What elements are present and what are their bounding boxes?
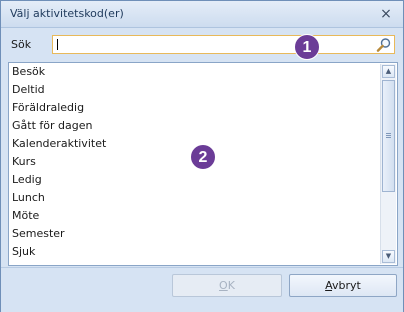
search-label: Sök	[11, 38, 32, 51]
scroll-thumb[interactable]	[382, 80, 395, 192]
grip-line	[386, 133, 391, 134]
cancel-button-mnemonic: A	[325, 279, 333, 292]
list-item[interactable]: Deltid	[9, 81, 381, 99]
list-item[interactable]: Ledig	[9, 171, 381, 189]
list-item[interactable]: Sjuk	[9, 243, 381, 261]
button-bar: OK Avbryt	[1, 267, 403, 312]
ok-button[interactable]: OK	[172, 274, 282, 297]
list-item[interactable]: Gått för dagen	[9, 117, 381, 135]
callout-badge-2: 2	[190, 144, 216, 170]
cancel-button-label: vbryt	[332, 279, 361, 292]
search-icon[interactable]	[376, 37, 392, 53]
list-item[interactable]: Besök	[9, 63, 381, 81]
list-item[interactable]: Semester	[9, 225, 381, 243]
grip-line	[386, 135, 391, 136]
text-caret	[57, 39, 58, 50]
list-item[interactable]: Föräldraledig	[9, 99, 381, 117]
cancel-button[interactable]: Avbryt	[289, 274, 397, 297]
scroll-down-icon[interactable]: ▼	[382, 250, 395, 263]
list-item[interactable]: Lunch	[9, 189, 381, 207]
dialog-window: Välj aktivitetskod(er) × Sök 1 Besök Delt…	[0, 0, 404, 312]
ok-button-mnemonic: O	[219, 279, 228, 292]
search-field[interactable]	[52, 35, 395, 54]
list-item[interactable]: Tjänsteresa	[9, 261, 381, 265]
callout-badge-1: 1	[294, 34, 320, 60]
list-item[interactable]: Möte	[9, 207, 381, 225]
ok-button-label: K	[227, 279, 235, 292]
grip-line	[386, 137, 391, 138]
vertical-scrollbar[interactable]: ▲ ▼	[380, 64, 396, 264]
scroll-up-icon[interactable]: ▲	[382, 65, 395, 78]
search-row: Sök	[1, 28, 403, 60]
title-bar: Välj aktivitetskod(er) ×	[1, 1, 403, 28]
close-icon[interactable]: ×	[377, 5, 395, 23]
window-title: Välj aktivitetskod(er)	[10, 7, 124, 20]
